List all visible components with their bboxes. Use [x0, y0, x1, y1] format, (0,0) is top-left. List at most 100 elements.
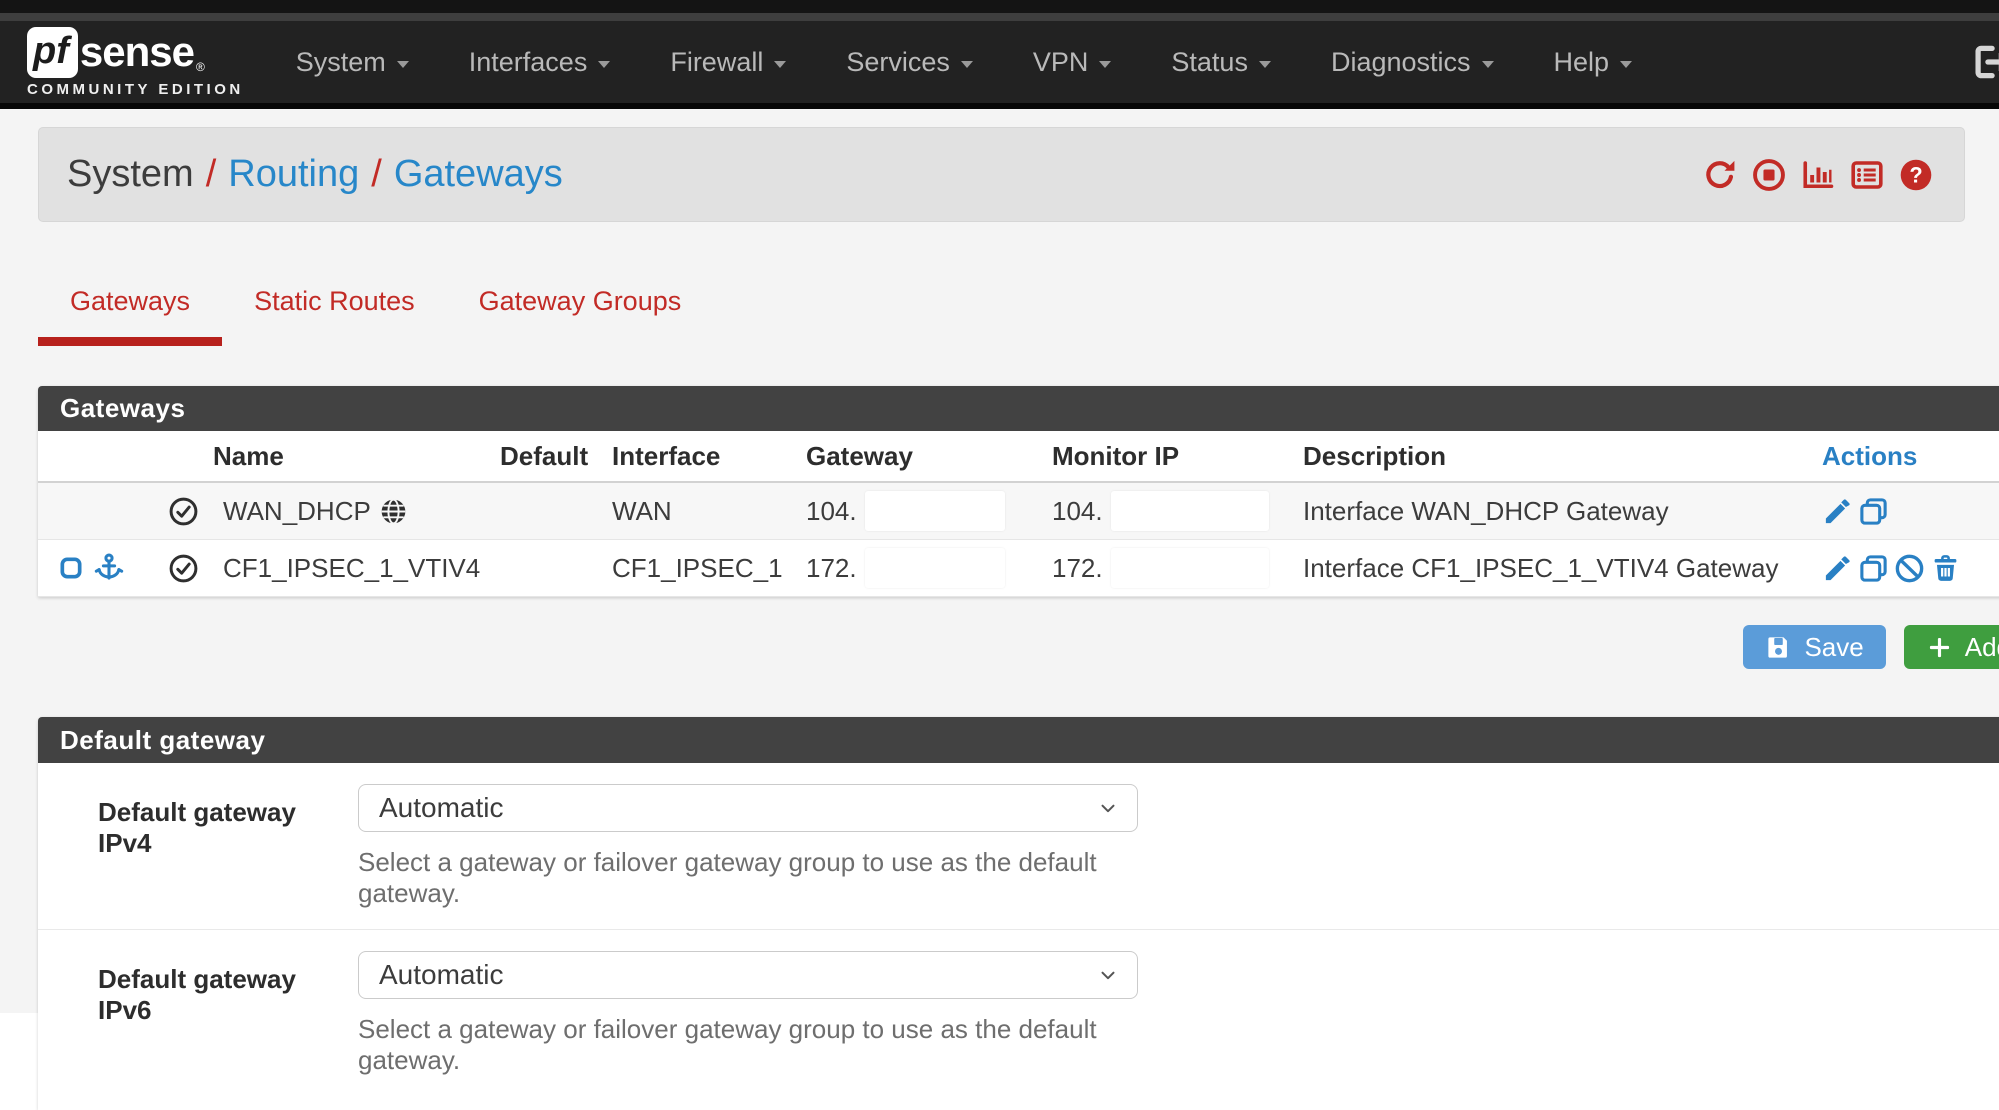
- col-header-gateway: Gateway: [806, 441, 1052, 472]
- edit-icon[interactable]: [1822, 496, 1853, 527]
- pfsense-logo[interactable]: pf sense ® COMMUNITY EDITION: [27, 27, 244, 98]
- save-icon: [1765, 634, 1792, 661]
- selected-value: Automatic: [379, 959, 504, 991]
- breadcrumb-link-routing[interactable]: Routing: [228, 153, 359, 196]
- chevron-down-icon: [1620, 61, 1632, 68]
- gateway-address: 104.: [806, 496, 857, 527]
- nav-item-interfaces[interactable]: Interfaces: [439, 21, 641, 103]
- form-row-ipv4: Default gateway IPv4 Automatic Select a …: [38, 763, 1999, 929]
- delete-icon[interactable]: [1930, 553, 1961, 584]
- pfsense-logo-tagline: COMMUNITY EDITION: [27, 81, 244, 98]
- breadcrumb-separator: /: [371, 153, 382, 196]
- breadcrumb-link-gateways[interactable]: Gateways: [394, 153, 563, 196]
- gateway-interface: CF1_IPSEC_1: [612, 553, 806, 584]
- stop-circle-icon[interactable]: [1751, 157, 1787, 193]
- monitor-ip: 172.: [1052, 553, 1103, 584]
- gateway-name: CF1_IPSEC_1_VTIV4: [223, 553, 480, 584]
- col-header-name: Name: [213, 441, 500, 472]
- gateway-address: 172.: [806, 553, 857, 584]
- gateway-interface: WAN: [612, 496, 806, 527]
- col-header-interface: Interface: [612, 441, 806, 472]
- nav-item-vpn[interactable]: VPN: [1003, 21, 1142, 103]
- redacted-value: [865, 491, 1005, 531]
- plus-icon: [1926, 634, 1953, 661]
- gateway-enabled-icon: [168, 496, 199, 527]
- table-actions: Save Add: [38, 625, 1999, 669]
- help-text: Select a gateway or failover gateway gro…: [358, 1014, 1138, 1076]
- gateways-panel-title: Gateways: [38, 386, 1999, 431]
- pfsense-logo-sense: sense: [80, 28, 194, 76]
- copy-icon[interactable]: [1858, 553, 1889, 584]
- help-text: Select a gateway or failover gateway gro…: [358, 847, 1138, 909]
- gateways-panel: Gateways Name Default Interface Gateway …: [38, 386, 1999, 597]
- window-top-strip: [0, 0, 1999, 13]
- registered-mark: ®: [196, 60, 205, 74]
- chevron-down-icon: [1097, 964, 1119, 986]
- breadcrumb-separator: /: [206, 153, 217, 196]
- refresh-icon[interactable]: [1702, 157, 1738, 193]
- charts-icon[interactable]: [1800, 157, 1836, 193]
- tab-gateways[interactable]: Gateways: [38, 270, 222, 346]
- select-box-icon[interactable]: [58, 555, 84, 581]
- edit-icon[interactable]: [1822, 553, 1853, 584]
- nav-item-firewall[interactable]: Firewall: [640, 21, 816, 103]
- breadcrumb-bar: System / Routing / Gateways ?: [38, 127, 1965, 222]
- log-icon[interactable]: [1849, 157, 1885, 193]
- default-gateway-ipv4-label: Default gateway IPv4: [38, 784, 320, 909]
- nav-item-system[interactable]: System: [266, 21, 439, 103]
- save-button[interactable]: Save: [1743, 625, 1885, 669]
- gateway-description: Interface WAN_DHCP Gateway: [1295, 496, 1822, 527]
- nav-item-help[interactable]: Help: [1524, 21, 1663, 103]
- table-row-wan-dhcp: WAN_DHCP WAN 104. 104. Interface WAN_DHC…: [38, 483, 1999, 540]
- chevron-down-icon: [961, 61, 973, 68]
- default-gateway-ipv6-select[interactable]: Automatic: [358, 951, 1138, 999]
- svg-text:?: ?: [1909, 162, 1922, 187]
- tab-gateway-groups[interactable]: Gateway Groups: [447, 270, 714, 346]
- pfsense-logo-pf: pf: [27, 27, 78, 78]
- chevron-down-icon: [598, 61, 610, 68]
- nav-item-services[interactable]: Services: [816, 21, 1003, 103]
- nav-item-status[interactable]: Status: [1141, 21, 1301, 103]
- monitor-ip: 104.: [1052, 496, 1103, 527]
- tab-static-routes[interactable]: Static Routes: [222, 270, 447, 346]
- chevron-down-icon: [1482, 61, 1494, 68]
- add-button[interactable]: Add: [1904, 625, 1999, 669]
- table-row-cf1-ipsec: CF1_IPSEC_1_VTIV4 CF1_IPSEC_1 172. 172. …: [38, 540, 1999, 597]
- default-gateway-ipv4-select[interactable]: Automatic: [358, 784, 1138, 832]
- chevron-down-icon: [397, 61, 409, 68]
- default-gateway-ipv6-label: Default gateway IPv6: [38, 951, 320, 1076]
- breadcrumb-root: System: [67, 153, 194, 196]
- col-header-monitor-ip: Monitor IP: [1052, 441, 1295, 472]
- col-header-description: Description: [1295, 441, 1822, 472]
- nav-menu: System Interfaces Firewall Services VPN …: [266, 21, 1662, 103]
- page-action-icons: ?: [1702, 157, 1934, 193]
- selected-value: Automatic: [379, 792, 504, 824]
- gateway-enabled-icon: [168, 553, 199, 584]
- col-header-actions: Actions: [1822, 441, 1999, 472]
- window-title-strip: [0, 13, 1999, 21]
- sign-out-icon[interactable]: [1969, 41, 1999, 83]
- chevron-down-icon: [1097, 797, 1119, 819]
- routing-tabs: Gateways Static Routes Gateway Groups: [38, 270, 1999, 346]
- col-header-default: Default: [500, 441, 612, 472]
- default-gateway-panel-title: Default gateway: [38, 717, 1999, 763]
- gateway-description: Interface CF1_IPSEC_1_VTIV4 Gateway: [1295, 553, 1822, 584]
- help-icon[interactable]: ?: [1898, 157, 1934, 193]
- redacted-value: [1111, 491, 1269, 531]
- redacted-value: [865, 548, 1005, 588]
- default-gateway-panel: Default gateway Default gateway IPv4 Aut…: [38, 717, 1999, 1110]
- chevron-down-icon: [1099, 61, 1111, 68]
- chevron-down-icon: [774, 61, 786, 68]
- redacted-value: [1111, 548, 1269, 588]
- copy-icon[interactable]: [1858, 496, 1889, 527]
- navbar-bottom-strip: [0, 103, 1999, 109]
- top-navbar: pf sense ® COMMUNITY EDITION System Inte…: [0, 21, 1999, 103]
- gateways-table-header: Name Default Interface Gateway Monitor I…: [38, 431, 1999, 483]
- globe-icon: [379, 497, 408, 526]
- disable-icon[interactable]: [1894, 553, 1925, 584]
- gateway-name: WAN_DHCP: [223, 496, 371, 527]
- chevron-down-icon: [1259, 61, 1271, 68]
- anchor-icon: [93, 552, 125, 584]
- breadcrumb: System / Routing / Gateways: [67, 153, 563, 196]
- nav-item-diagnostics[interactable]: Diagnostics: [1301, 21, 1524, 103]
